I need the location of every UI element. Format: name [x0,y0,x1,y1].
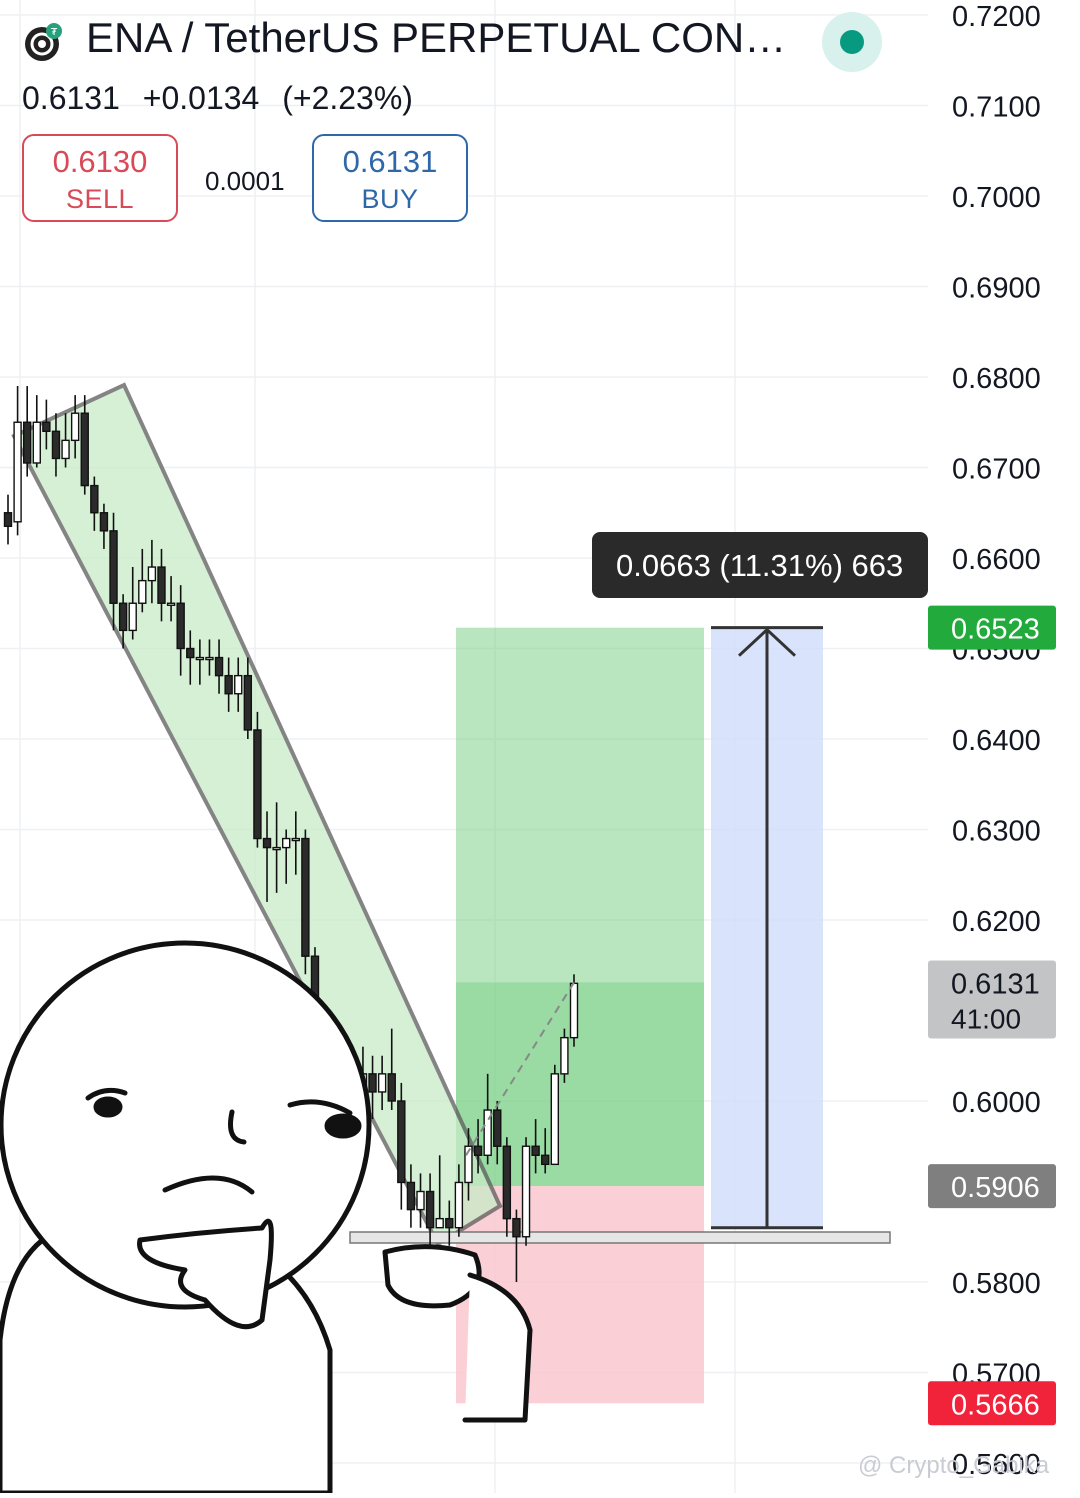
symbol-header: ₮ ENA / TetherUS PERPETUAL CON… 0.6131 +… [0,0,920,240]
candle [22,421,32,464]
candle [502,1145,512,1220]
price-label-countdown: 41:00 [951,1003,1021,1034]
candle [301,837,310,957]
price-label-text: 0.6523 [951,614,1040,646]
candle [445,1217,454,1229]
candle [32,421,41,464]
candle [90,484,99,514]
candle [99,512,109,532]
candle [282,837,291,849]
measure-tooltip-text: 0.0663 (11.31%) 663 [616,548,903,583]
candle [214,656,224,677]
candle [3,512,13,528]
candle [512,1217,521,1238]
watermark-text: @ Crypto_Gabika [858,1452,1050,1479]
last-price: 0.6131 [22,80,120,116]
sell-label: SELL [65,184,135,214]
candle [70,412,80,442]
candle [205,656,214,661]
candle [541,1154,550,1166]
axis-tick-label: 0.7100 [952,92,1041,124]
sell-button[interactable]: 0.6130 SELL [22,134,178,222]
meme-eye-right [324,1113,362,1139]
target-zone-filled [456,982,704,1187]
axis-tick-label: 0.6000 [952,1087,1041,1119]
axis-tick-label: 0.7200 [952,1,1041,33]
candle [51,430,61,460]
candle [118,602,128,632]
support-line [349,1231,891,1244]
candle [138,579,147,604]
buy-button[interactable]: 0.6131 BUY [312,134,468,222]
axis-tick-label: 0.7000 [952,182,1041,214]
axis-tick-label: 0.6900 [952,273,1041,305]
candle [109,530,118,604]
price-label-text: 0.5906 [951,1172,1040,1204]
candle [128,602,137,632]
candle [377,1073,387,1093]
price-change: +0.0134 [142,80,260,116]
candle [454,1181,464,1229]
candle [195,656,205,661]
candle [397,1100,406,1184]
candle [291,837,300,842]
price-axis: 0.7200 0.7100 0.7000 0.6900 0.6800 0.6700 0.66… [952,1,1041,1481]
svg-text:₮: ₮ [51,27,58,38]
axis-tick-label: 0.5800 [952,1268,1041,1300]
buy-price: 0.6131 [342,144,438,179]
candle [425,1190,435,1229]
axis-tick-label: 0.6200 [952,906,1041,938]
price-label-text: 0.6131 [951,968,1040,1000]
candle [147,566,157,582]
meme-cup [382,1244,482,1309]
axis-tick-label: 0.6700 [952,454,1041,486]
buy-label: BUY [361,184,419,214]
candle [262,837,272,849]
meme-eye-left [93,1096,123,1118]
sell-price: 0.6130 [52,144,148,179]
candle [224,674,233,695]
candle [569,982,579,1039]
candle [166,602,176,606]
candle [243,674,253,731]
candle [521,1145,531,1238]
ena-logo-icon: ₮ [22,22,62,62]
candle [176,602,185,650]
candle [435,1217,444,1229]
candle [368,1073,377,1093]
candle [42,421,51,433]
candle [234,674,243,695]
quote-line: 0.6131 +0.0134 (+2.23%) [22,80,427,117]
candle [80,412,89,487]
candle [272,846,281,851]
price-label-text: 0.5666 [951,1389,1040,1421]
candle [416,1190,425,1211]
axis-tick-label: 0.6800 [952,363,1041,395]
candle [560,1036,569,1075]
candle [387,1073,396,1102]
market-status-indicator[interactable] [822,12,882,72]
spread-value: 0.0001 [205,166,285,196]
live-dot-icon [840,30,864,54]
candle [531,1145,540,1157]
symbol-title[interactable]: ENA / TetherUS PERPETUAL CON… [86,14,786,62]
candle [550,1073,560,1166]
price-change-percent: (+2.23%) [282,80,413,116]
candle [13,421,22,523]
axis-tick-label: 0.6600 [952,544,1041,576]
axis-tick-label: 0.6400 [952,725,1041,757]
candle [157,566,166,604]
candle [493,1109,502,1147]
candle [253,729,262,840]
candle [186,647,195,659]
axis-tick-label: 0.6300 [952,816,1041,848]
candle [406,1181,416,1211]
candle [61,439,70,460]
candle [473,1145,483,1157]
